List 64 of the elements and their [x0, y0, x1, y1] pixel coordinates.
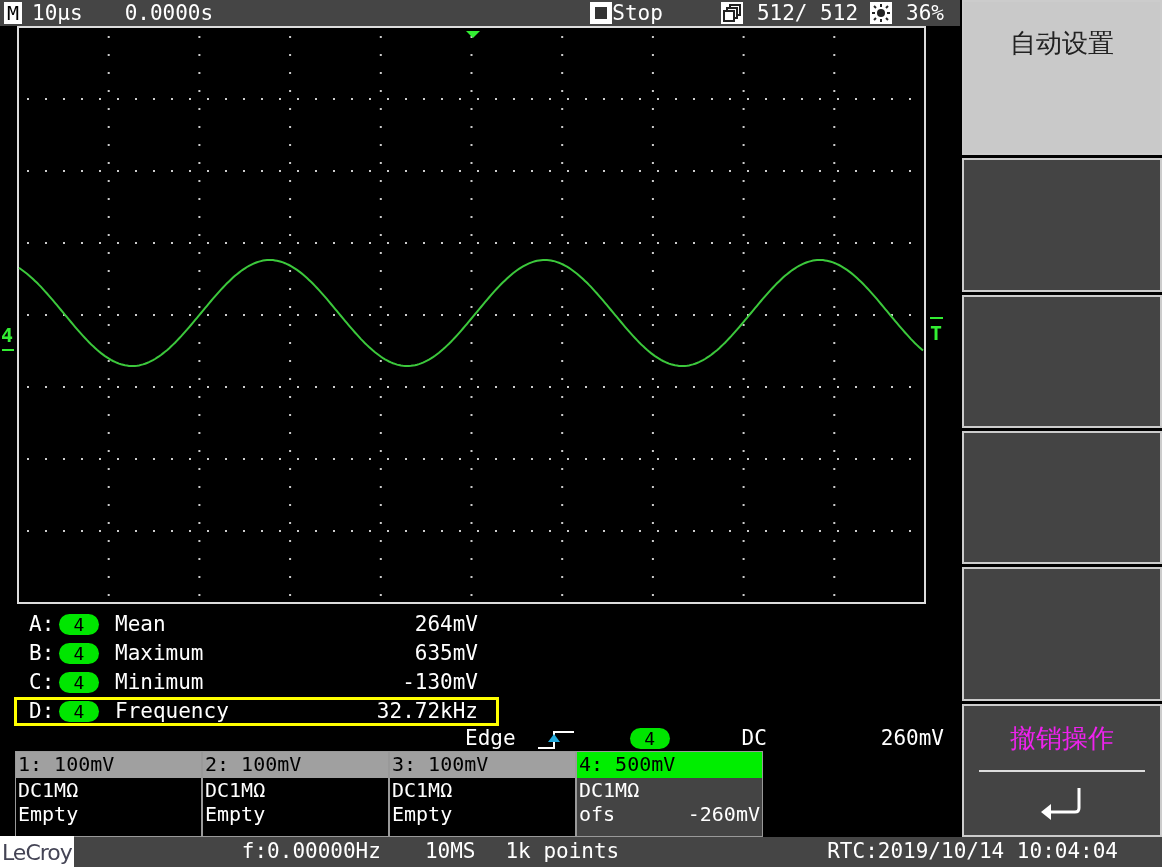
channel-panel[interactable]: 2: 100mV DC1MΩ Empty: [202, 751, 389, 837]
channel-status: ofs: [579, 802, 616, 826]
measurement-name: Minimum: [115, 668, 204, 696]
sun-icon: [870, 2, 893, 24]
channel-badge: 4: [59, 701, 99, 722]
measurement-name: Maximum: [115, 639, 204, 667]
brightness-label: 36%: [906, 2, 944, 24]
softkey-button[interactable]: 自动设置: [962, 0, 1162, 156]
measurement-row[interactable]: A: 4 Mean 264mV: [14, 610, 499, 639]
measurement-row[interactable]: D: 4 Frequency 32.72kHz: [14, 697, 499, 726]
measurement-row[interactable]: B: 4 Maximum 635mV: [14, 639, 499, 668]
measurement-row[interactable]: C: 4 Minimum -130mV: [14, 668, 499, 697]
channel-coupling: DC1MΩ: [204, 778, 267, 802]
measurement-name: Mean: [115, 610, 166, 638]
record-length: 1k points: [505, 838, 620, 866]
softkey-button[interactable]: [962, 294, 1162, 428]
channel-badge: 4: [59, 672, 99, 693]
measurement-value: 32.72kHz: [376, 697, 478, 725]
sample-rate: 10MS: [424, 838, 476, 866]
channel-coupling: DC1MΩ: [17, 778, 80, 802]
softkey-button[interactable]: [962, 158, 1162, 292]
softkey-button[interactable]: [962, 431, 1162, 565]
trigger-marker: T: [930, 321, 943, 345]
channel-status: Empty: [392, 802, 453, 826]
delay-label: 0.0000s: [124, 2, 214, 24]
slot-label: D:: [29, 697, 56, 725]
channel-scale: 2: 100mV: [203, 752, 388, 778]
channel-panel[interactable]: 3: 100mV DC1MΩ Empty: [389, 751, 576, 837]
real-time-clock: RTC:2019/10/14 10:04:04: [827, 838, 1118, 866]
channel-panel[interactable]: 4: 500mV DC1MΩ ofs -260mV: [576, 751, 763, 837]
stacked-pages-icon: [720, 2, 743, 24]
channel-status: Empty: [18, 802, 79, 826]
measurement-value: 635mV: [414, 639, 478, 667]
channel-coupling: DC1MΩ: [391, 778, 454, 802]
measurement-name: Frequency: [115, 697, 229, 725]
stop-icon: [590, 2, 613, 24]
brand-logo: LeCroy: [0, 835, 74, 867]
softkey-button[interactable]: [962, 567, 1162, 701]
channel-badge: 4: [59, 614, 99, 635]
measurement-value: -130mV: [402, 668, 478, 696]
timebase-label: 10µs: [32, 2, 83, 24]
trigger-type: Edge: [465, 724, 516, 752]
slot-label: C:: [29, 668, 56, 696]
slot-label: B:: [29, 639, 56, 667]
channel-panel[interactable]: 1: 100mV DC1MΩ Empty: [15, 751, 202, 837]
channel-offset: -260mV: [687, 802, 760, 826]
channel-scale: 4: 500mV: [577, 752, 762, 778]
channel-badge: 4: [629, 728, 670, 749]
undo-label: 撤销操作: [1010, 721, 1114, 755]
slot-label: A:: [29, 610, 56, 638]
channel-status: Empty: [205, 802, 266, 826]
measurement-value: 264mV: [414, 610, 478, 638]
channel-marker: 4: [1, 323, 14, 347]
acquisition-count: 512/ 512: [756, 2, 859, 24]
trigger-position-icon: [466, 31, 480, 38]
trigger-level: 260mV: [880, 724, 944, 752]
frequency-readout: f:0.00000Hz: [241, 838, 381, 866]
mode-indicator: M: [4, 2, 23, 24]
channel-badge: 4: [59, 643, 99, 664]
run-state-label: Stop: [612, 2, 663, 24]
coupling-label: DC: [741, 724, 767, 752]
channel-coupling: DC1MΩ: [578, 778, 641, 802]
channel-scale: 1: 100mV: [16, 752, 201, 778]
channel-scale: 3: 100mV: [390, 752, 575, 778]
